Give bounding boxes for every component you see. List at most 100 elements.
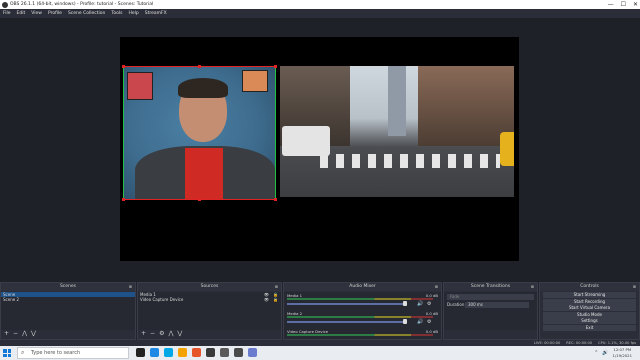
scenes-title: Scenes ⊞ — [1, 283, 135, 291]
exit-button[interactable]: Exit — [543, 324, 636, 331]
move-down-button[interactable]: ⋁ — [31, 329, 36, 339]
search-icon: ⌕ — [21, 349, 25, 356]
menu-edit[interactable]: Edit — [17, 9, 26, 18]
building — [388, 66, 406, 136]
gear-icon[interactable]: ⚙ — [427, 319, 431, 325]
duration-row: Duration 300 ms — [447, 302, 534, 308]
volume-meter — [287, 334, 433, 336]
taskbar-app-icon[interactable] — [206, 348, 215, 357]
menu-tools[interactable]: Tools — [111, 9, 122, 18]
system-tray: ⌃ 🔊 12:07 PM 1/19/2021 — [594, 347, 632, 359]
maximize-button[interactable]: ☐ — [621, 0, 626, 9]
mixer-channel: Video Capture Device 0.0 dB — [284, 328, 441, 337]
dock-pin-icon[interactable]: ⊞ — [275, 283, 278, 291]
selection-edge-right — [275, 67, 276, 199]
resize-handle[interactable] — [122, 65, 125, 68]
source-item[interactable]: Video Capture Device 👁 🔒 — [138, 297, 281, 302]
transition-select[interactable]: Fade ⚙ — [447, 294, 543, 300]
menu-help[interactable]: Help — [128, 9, 138, 18]
menu-scene-collection[interactable]: Scene Collection — [68, 9, 105, 18]
taskbar-app-icon[interactable] — [136, 348, 145, 357]
chevron-up-icon[interactable]: ⌃ — [594, 347, 598, 359]
scene-item[interactable]: Scene 2 — [1, 297, 135, 302]
studio-mode-button[interactable]: Studio Mode — [543, 311, 636, 318]
resize-handle[interactable] — [198, 198, 201, 201]
mixer-channels: Media 1 0.0 dB 🔊 ⚙ Media 2 0.0 dB 🔊 ⚙ Vi… — [284, 292, 441, 339]
sources-title: Sources ⊞ — [138, 283, 281, 291]
speaker-icon[interactable]: 🔊 — [602, 347, 608, 359]
speaker-icon[interactable]: 🔊 — [417, 319, 423, 325]
preview-area — [0, 18, 640, 282]
obs-logo-icon — [2, 1, 8, 8]
transitions-body: Fade ⚙ Duration 300 ms — [444, 292, 543, 330]
clock-time: 12:07 PM — [613, 347, 632, 352]
volume-meter — [287, 298, 433, 300]
start-recording-button[interactable]: Start Recording — [543, 298, 636, 305]
windows-start-icon[interactable] — [3, 349, 11, 357]
taskbar-app-icon[interactable] — [192, 348, 201, 357]
dock-pin-icon[interactable]: ⊞ — [435, 283, 438, 291]
mixer-channel: Media 2 0.0 dB 🔊 ⚙ — [284, 310, 441, 328]
taskbar-app-icon[interactable] — [178, 348, 187, 357]
lock-icon[interactable]: 🔒 — [273, 297, 278, 302]
source-selection-box[interactable] — [122, 65, 277, 201]
start-streaming-button[interactable]: Start Streaming — [543, 292, 636, 298]
volume-slider[interactable] — [287, 303, 405, 305]
dock-pin-icon[interactable]: ⊞ — [129, 283, 132, 291]
volume-slider-knob[interactable] — [403, 301, 407, 306]
audio-mixer-title: Audio Mixer ⊞ — [284, 283, 441, 291]
windows-taskbar: ⌕ Type here to search ⌃ 🔊 12:07 PM 1/19/… — [0, 346, 640, 360]
dock-pin-icon[interactable]: ⊞ — [531, 283, 534, 291]
menu-streamfx[interactable]: StreamFX — [145, 9, 167, 18]
controls-title-text: Controls — [580, 284, 599, 289]
volume-slider[interactable] — [287, 321, 405, 323]
taskbar-clock[interactable]: 12:07 PM 1/19/2021 — [613, 347, 632, 359]
taskbar-app-icon[interactable] — [220, 348, 229, 357]
menu-profile[interactable]: Profile — [48, 9, 62, 18]
volume-slider-knob[interactable] — [403, 319, 407, 324]
gear-icon[interactable]: ⚙ — [427, 301, 431, 307]
settings-button[interactable]: Settings — [543, 318, 636, 325]
move-up-button[interactable]: ⋀ — [168, 329, 173, 339]
resize-handle[interactable] — [274, 198, 277, 201]
minimize-button[interactable]: — — [608, 0, 614, 9]
add-source-button[interactable]: + — [141, 329, 146, 339]
taskbar-app-icon[interactable] — [150, 348, 159, 357]
media-source-image[interactable] — [280, 66, 514, 197]
scene-transitions-dock: Scene Transitions ⊞ Fade ⚙ Duration 300 … — [443, 282, 543, 340]
resize-handle[interactable] — [122, 198, 125, 201]
duration-label: Duration — [447, 302, 465, 307]
resize-handle[interactable] — [198, 65, 201, 68]
remove-scene-button[interactable]: − — [13, 329, 18, 339]
speaker-icon[interactable]: 🔊 — [417, 301, 423, 307]
move-up-button[interactable]: ⋀ — [22, 329, 27, 339]
van — [282, 126, 330, 156]
clock-date: 1/19/2021 — [612, 352, 632, 358]
add-scene-button[interactable]: + — [4, 329, 9, 339]
taskbar-search-box[interactable]: ⌕ Type here to search — [17, 347, 129, 359]
menu-file[interactable]: File — [3, 9, 11, 18]
source-properties-gear-icon[interactable]: ⚙ — [159, 329, 164, 339]
taskbar-app-icon[interactable] — [234, 348, 243, 357]
visibility-icon[interactable]: 👁 — [264, 297, 269, 302]
volume-meter — [287, 316, 433, 318]
dock-pin-icon[interactable]: ⊞ — [633, 283, 636, 291]
menu-view[interactable]: View — [31, 9, 42, 18]
preview-canvas[interactable] — [120, 37, 519, 261]
resize-handle[interactable] — [274, 65, 277, 68]
remove-source-button[interactable]: − — [150, 329, 155, 339]
scenes-list: Scene Scene 2 — [1, 292, 135, 330]
sources-dock: Sources ⊞ Media 1 👁 🔒 Video Capture Devi… — [137, 282, 282, 340]
sources-list: Media 1 👁 🔒 Video Capture Device 👁 🔒 — [138, 292, 281, 330]
taskbar-apps — [136, 348, 257, 357]
close-button[interactable]: ✕ — [633, 0, 638, 9]
selection-edge-left — [123, 67, 124, 199]
start-virtual-camera-button[interactable]: Start Virtual Camera — [543, 305, 636, 312]
taskbar-app-icon[interactable] — [248, 348, 257, 357]
taskbar-app-icon[interactable] — [164, 348, 173, 357]
scenes-title-text: Scenes — [59, 284, 77, 289]
controls-title: Controls ⊞ — [540, 283, 639, 291]
taxi — [500, 132, 514, 166]
duration-input[interactable]: 300 ms — [465, 302, 529, 308]
move-down-button[interactable]: ⋁ — [177, 329, 182, 339]
